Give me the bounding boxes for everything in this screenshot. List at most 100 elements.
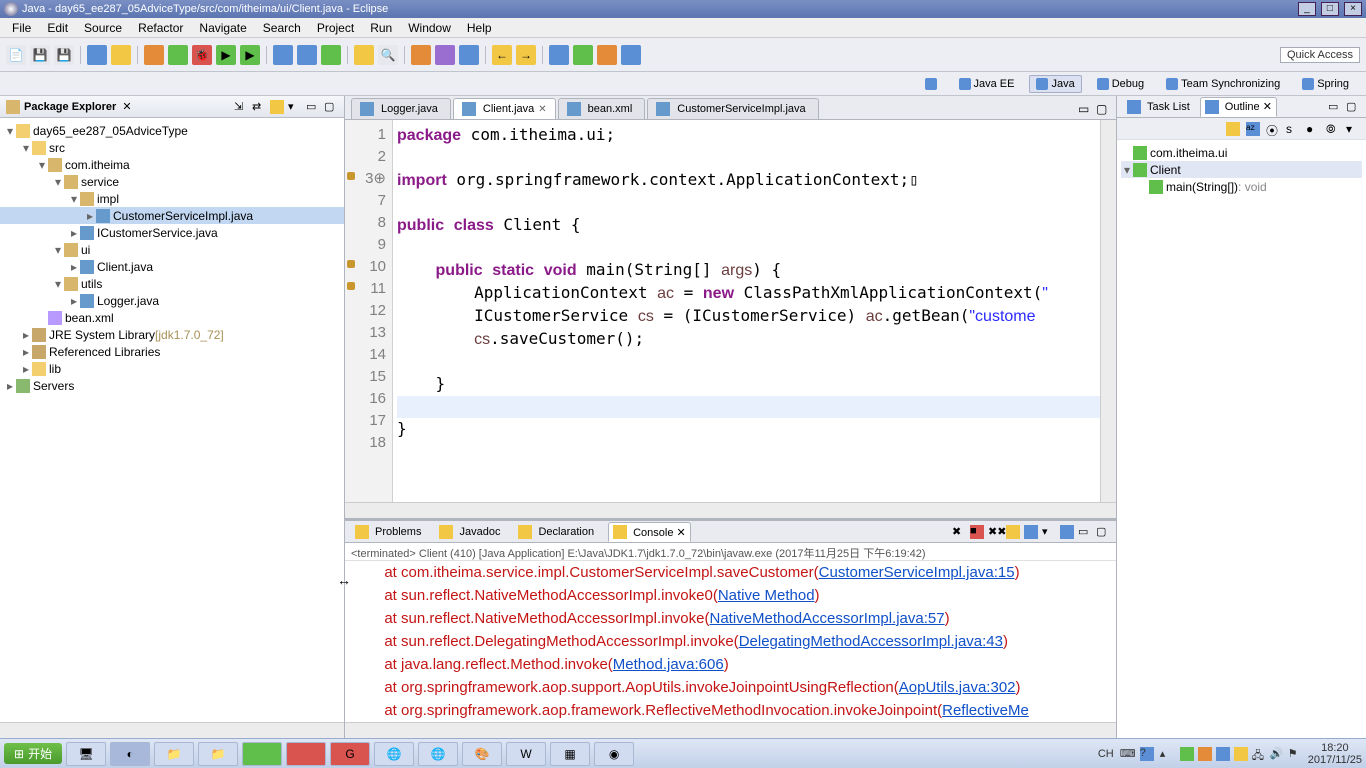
outline-tree[interactable]: com.itheima.ui▾Clientmain(String[]) : vo… <box>1117 140 1366 738</box>
toolbar-icon[interactable] <box>111 45 131 65</box>
taskbar-app[interactable]: 🖥 <box>66 742 106 766</box>
network-icon[interactable]: 🖧 <box>1252 747 1266 761</box>
outline-item[interactable]: main(String[]) : void <box>1121 178 1362 195</box>
tree-item[interactable]: ▸JRE System Library [jdk1.7.0_72] <box>0 326 344 343</box>
taskbar-app-explorer[interactable]: 📁 <box>154 742 194 766</box>
right-tab-outline[interactable]: Outline ✕ <box>1200 97 1277 117</box>
tree-item[interactable]: ▾utils <box>0 275 344 292</box>
tray-icon[interactable]: ⚑ <box>1288 747 1302 761</box>
ime-indicator[interactable]: CH <box>1098 748 1114 760</box>
minimize-view-icon[interactable]: ▭ <box>306 100 320 114</box>
hide-fields-icon[interactable]: ⦿ <box>1266 122 1280 136</box>
console-terminate-icon[interactable]: ■ <box>970 525 984 539</box>
forward-button[interactable]: → <box>516 45 536 65</box>
new-package-button[interactable] <box>297 45 317 65</box>
package-explorer-tree[interactable]: ▾day65_ee287_05AdviceType▾src▾com.itheim… <box>0 118 344 722</box>
editor-area[interactable]: 123⊕789101112131415161718 package com.it… <box>345 120 1116 502</box>
toolbar-icon[interactable] <box>459 45 479 65</box>
stack-link[interactable]: DelegatingMethodAccessorImpl.java:43 <box>739 633 1003 650</box>
tray-icon[interactable]: ⌨ <box>1120 747 1134 761</box>
link-editor-icon[interactable]: ⇄ <box>252 100 266 114</box>
debug-button[interactable]: 🐞 <box>192 45 212 65</box>
new-button[interactable]: 📄 <box>6 45 26 65</box>
maximize-button[interactable]: □ <box>1321 2 1339 16</box>
toolbar-icon[interactable] <box>621 45 641 65</box>
taskbar-app[interactable] <box>242 742 282 766</box>
tree-item[interactable]: ▸ICustomerService.java <box>0 224 344 241</box>
tree-item[interactable]: ▸Logger.java <box>0 292 344 309</box>
tree-item[interactable]: ▾day65_ee287_05AdviceType <box>0 122 344 139</box>
save-button[interactable]: 💾 <box>30 45 50 65</box>
toolbar-icon[interactable] <box>87 45 107 65</box>
tray-icon[interactable] <box>1216 747 1230 761</box>
menu-edit[interactable]: Edit <box>39 21 76 35</box>
view-max-icon[interactable]: ▢ <box>1346 100 1360 114</box>
menu-help[interactable]: Help <box>459 21 500 35</box>
perspective-debug[interactable]: Debug <box>1090 75 1151 93</box>
search-button[interactable]: 🔍 <box>378 45 398 65</box>
scrollbar-horizontal[interactable] <box>345 722 1116 738</box>
stack-link[interactable]: AopUtils.java:302 <box>899 679 1016 696</box>
bottom-tab-javadoc[interactable]: Javadoc <box>435 523 504 541</box>
tree-item[interactable]: ▾src <box>0 139 344 156</box>
collapse-all-icon[interactable]: ⇲ <box>234 100 248 114</box>
view-close-icon[interactable]: ✕ <box>122 100 131 113</box>
new-class-button[interactable] <box>273 45 293 65</box>
tree-item[interactable]: ▸CustomerServiceImpl.java <box>0 207 344 224</box>
maximize-view-icon[interactable]: ▢ <box>324 100 338 114</box>
tree-item[interactable]: ▸Referenced Libraries <box>0 343 344 360</box>
close-tab-icon[interactable]: ✕ <box>538 104 546 115</box>
editor-max-icon[interactable]: ▢ <box>1096 102 1110 116</box>
stack-link[interactable]: NativeMethodAccessorImpl.java:57 <box>709 610 944 627</box>
toolbar-icon[interactable] <box>411 45 431 65</box>
tree-item[interactable]: ▸lib <box>0 360 344 377</box>
focus-icon[interactable] <box>1226 122 1240 136</box>
console-pin-icon[interactable] <box>1024 525 1038 539</box>
bottom-tab-console[interactable]: Console ✕ <box>608 522 691 542</box>
minimize-button[interactable]: _ <box>1298 2 1316 16</box>
scrollbar-horizontal[interactable] <box>0 722 344 738</box>
stack-link[interactable]: Native Method <box>718 587 815 604</box>
taskbar-app[interactable]: 🎨 <box>462 742 502 766</box>
toolbar-icon[interactable] <box>597 45 617 65</box>
tree-item[interactable]: ▾service <box>0 173 344 190</box>
volume-icon[interactable]: 🔊 <box>1270 747 1284 761</box>
perspective-java[interactable]: Java <box>1029 75 1081 93</box>
tray-icon[interactable] <box>1234 747 1248 761</box>
tray-icon[interactable]: ? <box>1140 747 1154 761</box>
console-remove-icon[interactable]: ✖✖ <box>988 525 1002 539</box>
menu-source[interactable]: Source <box>76 21 130 35</box>
close-button[interactable]: × <box>1344 2 1362 16</box>
taskbar-app-chrome[interactable]: 🌐 <box>374 742 414 766</box>
tree-item[interactable]: ▸Servers <box>0 377 344 394</box>
tray-expand-icon[interactable]: ▴ <box>1160 747 1174 761</box>
menu-refactor[interactable]: Refactor <box>130 21 191 35</box>
scrollbar-vertical[interactable] <box>1100 120 1116 502</box>
taskbar-app[interactable]: G <box>330 742 370 766</box>
taskbar-app[interactable]: ◉ <box>594 742 634 766</box>
menu-project[interactable]: Project <box>309 21 362 35</box>
quick-access-box[interactable]: Quick Access <box>1280 47 1360 63</box>
menu-navigate[interactable]: Navigate <box>191 21 254 35</box>
editor-tab[interactable]: Client.java✕ <box>453 98 556 119</box>
console-display-icon[interactable]: ▾ <box>1042 525 1056 539</box>
open-type-button[interactable] <box>354 45 374 65</box>
tray-icon[interactable] <box>1180 747 1194 761</box>
menu-run[interactable]: Run <box>362 21 400 35</box>
menu-search[interactable]: Search <box>255 21 309 35</box>
taskbar-app[interactable]: ▦ <box>550 742 590 766</box>
perspective-java-ee[interactable]: Java EE <box>952 75 1022 93</box>
editor-tab[interactable]: bean.xml <box>558 98 646 119</box>
console-output[interactable]: at com.itheima.service.impl.CustomerServ… <box>345 561 1116 722</box>
taskbar-app-word[interactable]: W <box>506 742 546 766</box>
perspective-spring[interactable]: Spring <box>1295 75 1356 93</box>
editor-min-icon[interactable]: ▭ <box>1078 102 1092 116</box>
editor-tab[interactable]: Logger.java <box>351 98 451 119</box>
tree-item[interactable]: ▾impl <box>0 190 344 207</box>
coverage-button[interactable]: ▶ <box>240 45 260 65</box>
perspective-team-synchronizing[interactable]: Team Synchronizing <box>1159 75 1287 93</box>
taskbar-app-chrome[interactable]: 🌐 <box>418 742 458 766</box>
hide-local-icon[interactable]: ⦾ <box>1326 122 1340 136</box>
clock[interactable]: 18:20 2017/11/25 <box>1308 742 1362 766</box>
taskbar-app[interactable] <box>286 742 326 766</box>
